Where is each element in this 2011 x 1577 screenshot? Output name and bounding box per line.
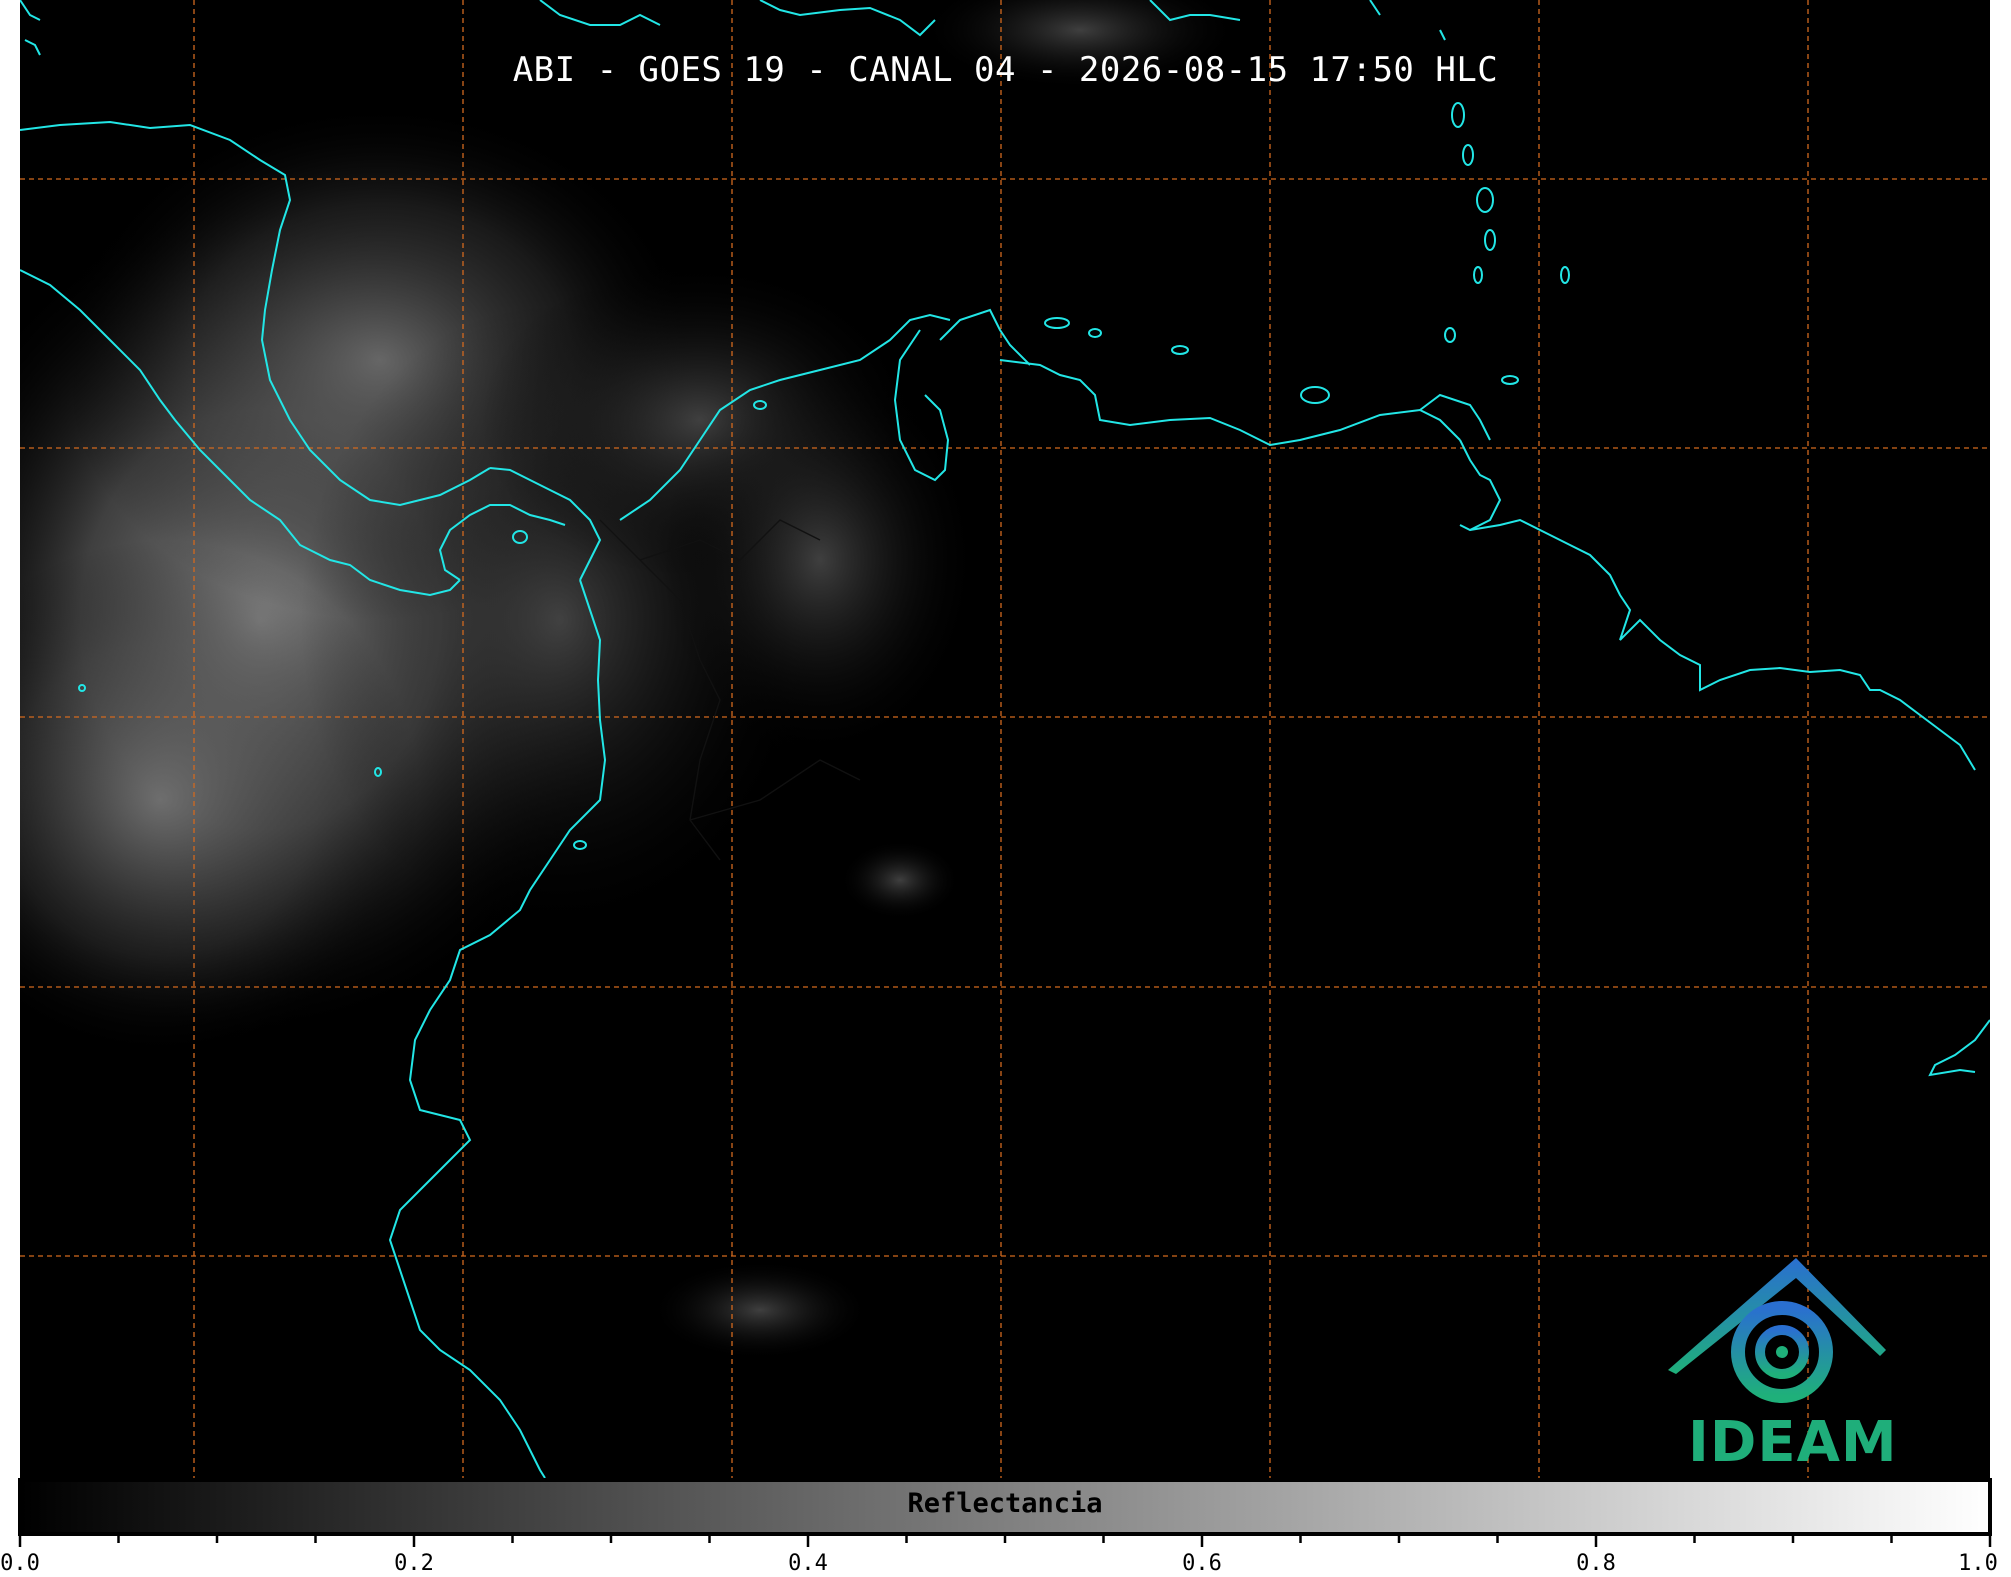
colorbar-tick-label: 0.0 [0,1551,40,1576]
colorbar-tick-label: 0.4 [788,1551,828,1576]
colorbar-label: Reflectancia [907,1488,1103,1519]
ideam-logo-text: IDEAM [1688,1410,1898,1475]
colorbar-tick-label: 0.2 [394,1551,434,1576]
colorbar-tick-label: 0.6 [1182,1551,1222,1576]
colorbar-tick-label: 0.8 [1576,1551,1616,1576]
colorbar-tick-label: 1.0 [1958,1551,1998,1576]
satellite-map [0,0,2011,1577]
